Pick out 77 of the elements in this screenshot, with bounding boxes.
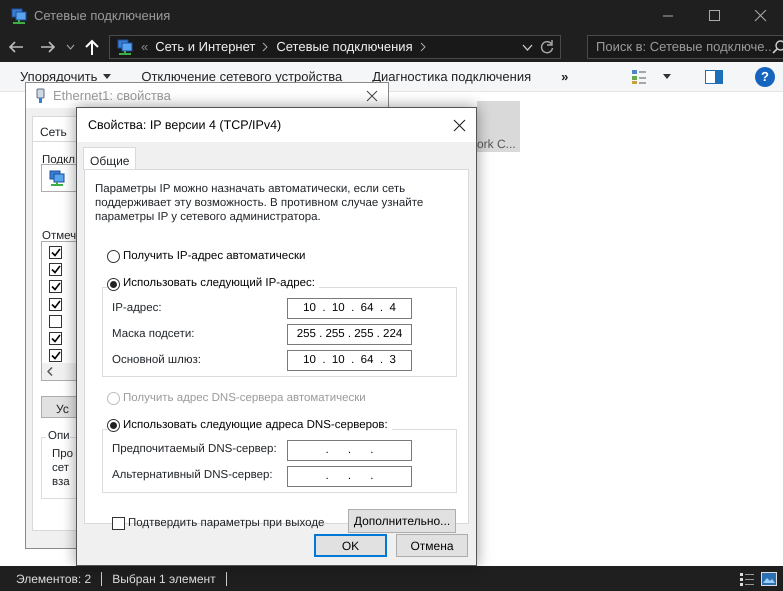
ethernet-plug-icon xyxy=(36,88,45,104)
caret-icon[interactable] xyxy=(663,74,671,79)
dropdown-icon[interactable] xyxy=(522,44,533,50)
close-icon[interactable] xyxy=(752,10,768,22)
radio-button[interactable] xyxy=(107,250,120,264)
search-icon[interactable] xyxy=(772,40,783,54)
radio-label[interactable]: Использовать следующий IP-адрес: xyxy=(123,275,315,293)
tab[interactable]: Общие xyxy=(83,147,136,170)
button[interactable]: Ус xyxy=(41,396,76,418)
chevron-icon[interactable] xyxy=(262,42,270,52)
dialog-title: Ethernet1: свойства xyxy=(53,86,171,105)
status-text: Элементов: 2 xyxy=(16,570,92,588)
checkbox[interactable] xyxy=(112,517,125,530)
refresh-icon[interactable] xyxy=(540,40,554,54)
caret-icon[interactable] xyxy=(103,74,112,79)
ip-field[interactable]: 10 . 10 . 64 . 4 xyxy=(287,298,412,319)
field-label: Подкл xyxy=(42,153,75,167)
back-icon[interactable] xyxy=(8,40,24,54)
tile-label: ork C... xyxy=(477,137,516,151)
ip-field[interactable]: 255 . 255 . 255 . 224 xyxy=(287,324,412,345)
intro-text: Параметры IP можно назначать автоматически, если сеть поддерживает эту возможность. В противном случае узнайте параметры IP у сетевого администратора. xyxy=(95,182,424,224)
search-field[interactable]: Поиск в: Сетевые подключе... xyxy=(587,35,783,59)
radio-label[interactable]: Получить IP-адрес автоматически xyxy=(123,248,306,266)
field-label: IP-адрес: xyxy=(112,300,162,316)
field-label: Отмеч xyxy=(42,229,76,243)
radio-label[interactable]: Использовать следующие адреса DNS-серверов: xyxy=(123,417,388,434)
breadcrumb[interactable]: Сетевые подключения xyxy=(276,37,413,57)
description-text: Про xyxy=(52,447,74,461)
ip-field[interactable]: . . . xyxy=(287,440,412,460)
dialog-title: Свойства: IP версии 4 (TCP/IPv4) xyxy=(88,116,282,134)
network-adapter-icon xyxy=(48,170,66,187)
status-text: Выбран 1 элемент xyxy=(112,570,216,588)
dialog-button[interactable]: Отмена xyxy=(396,534,468,557)
large-icons-view-icon[interactable] xyxy=(761,572,777,586)
ip-field[interactable]: . . . xyxy=(287,466,412,486)
folder-network-icon xyxy=(10,8,28,24)
checkbox[interactable] xyxy=(49,263,62,276)
help-button[interactable]: ? xyxy=(755,66,775,86)
address-overflow[interactable]: « xyxy=(141,37,148,57)
description-text: сет xyxy=(52,461,70,475)
checkbox[interactable] xyxy=(49,298,62,311)
radio-button[interactable] xyxy=(107,419,120,432)
chevron-icon[interactable] xyxy=(420,42,427,52)
checkbox-label[interactable]: Подтвердить параметры при выходе xyxy=(128,514,324,532)
view-options-icon[interactable] xyxy=(631,68,647,84)
checkbox[interactable] xyxy=(49,280,62,294)
maximize-icon[interactable] xyxy=(706,10,722,22)
forward-icon[interactable] xyxy=(40,40,56,54)
checkbox[interactable] xyxy=(49,314,62,328)
checkbox[interactable] xyxy=(49,246,62,259)
advanced-button[interactable]: Дополнительно... xyxy=(348,508,456,532)
field-label: Маска подсети: xyxy=(112,326,194,342)
description-text: вза xyxy=(52,475,70,489)
checkbox[interactable] xyxy=(49,332,62,345)
ip-field[interactable]: 10 . 10 . 64 . 3 xyxy=(287,350,412,371)
breadcrumb[interactable]: Сеть и Интернет xyxy=(155,37,256,57)
up-icon[interactable] xyxy=(85,39,99,55)
preview-pane-icon[interactable] xyxy=(705,70,723,84)
radio-button[interactable] xyxy=(107,278,120,290)
toolbar-command[interactable]: Отключение сетевого устройства xyxy=(141,66,342,86)
close-icon[interactable] xyxy=(366,90,378,102)
field-label: Предпочитаемый DNS-сервер: xyxy=(112,442,277,458)
toolbar-command[interactable]: Диагностика подключения xyxy=(372,66,532,86)
details-view-icon[interactable] xyxy=(739,572,755,586)
close-icon[interactable] xyxy=(453,118,466,132)
folder-network-icon xyxy=(116,38,134,56)
scroll-left-icon[interactable] xyxy=(47,367,53,376)
recent-dropdown-icon[interactable] xyxy=(66,44,75,50)
file-tile[interactable]: ork C... xyxy=(477,101,520,152)
field-label: Основной шлюз: xyxy=(112,352,201,368)
window-title: Сетевые подключения xyxy=(34,7,170,26)
dialog-button[interactable]: OK xyxy=(314,534,387,557)
field-label: Альтернативный DNS-сервер: xyxy=(112,468,273,484)
checkbox[interactable] xyxy=(49,349,62,362)
toolbar-command[interactable]: Упорядочить xyxy=(20,66,98,86)
more-commands[interactable]: » xyxy=(561,66,568,86)
tab[interactable]: Сеть xyxy=(32,116,76,142)
